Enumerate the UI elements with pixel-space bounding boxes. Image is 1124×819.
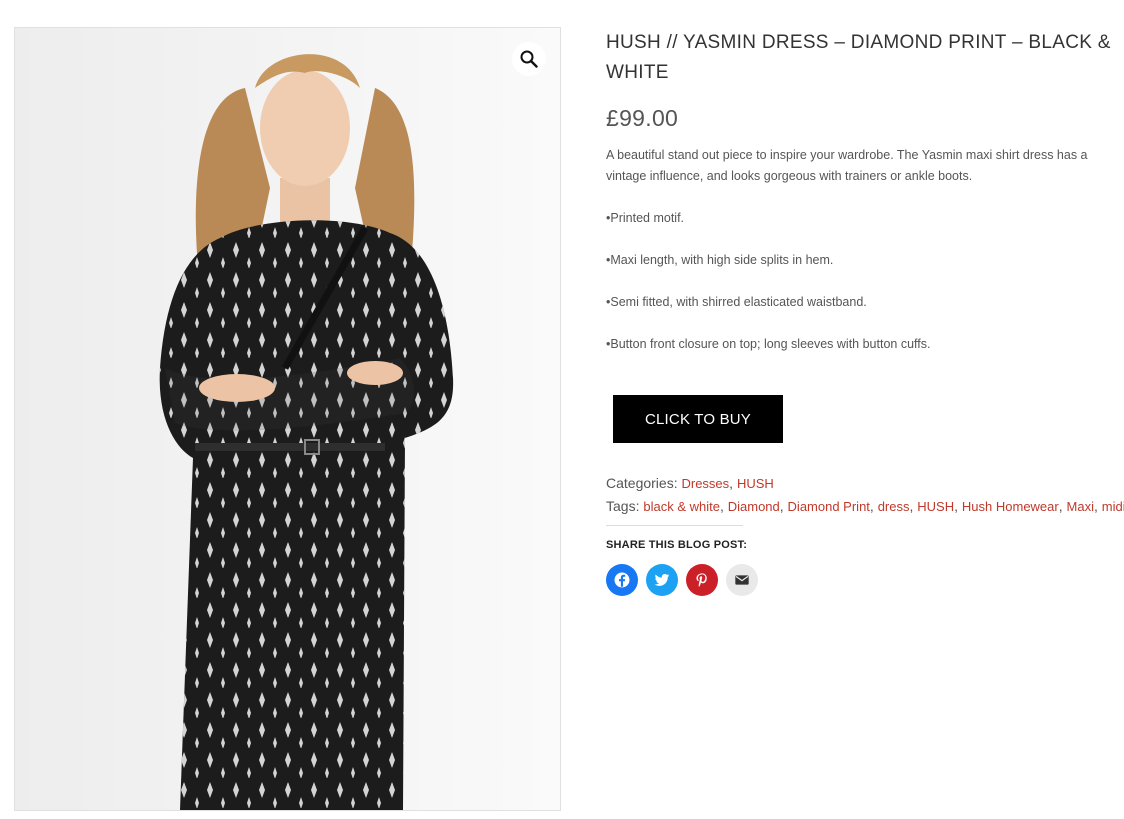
bullet-item: •Maxi length, with high side splits in h… (606, 253, 834, 267)
tag-link[interactable]: Diamond Print (788, 499, 870, 514)
category-link[interactable]: HUSH (737, 476, 774, 491)
product-meta: Categories: Dresses, HUSH Tags: black & … (606, 472, 1124, 518)
facebook-icon (614, 572, 630, 588)
product-title: HUSH // YASMIN DRESS – DIAMOND PRINT – B… (606, 32, 1111, 83)
share-twitter-button[interactable] (646, 564, 678, 596)
share-divider (606, 525, 743, 526)
magnifier-icon (520, 50, 538, 68)
tag-link[interactable]: black & white (643, 499, 720, 514)
tag-link[interactable]: Hush Homewear (962, 499, 1059, 514)
tag-link[interactable]: HUSH (917, 499, 954, 514)
share-facebook-button[interactable] (606, 564, 638, 596)
tag-link[interactable]: Diamond (728, 499, 780, 514)
share-email-button[interactable] (726, 564, 758, 596)
tag-link[interactable]: dress (878, 499, 910, 514)
product-photo (15, 28, 560, 810)
bullet-item: •Semi fitted, with shirred elasticated w… (606, 295, 867, 309)
product-description: A beautiful stand out piece to inspire y… (606, 145, 1124, 355)
pinterest-icon (696, 573, 707, 587)
product-summary: HUSH // YASMIN DRESS – DIAMOND PRINT – B… (606, 28, 1124, 596)
click-to-buy-button[interactable]: CLICK TO BUY (613, 395, 783, 443)
categories-line: Categories: Dresses, HUSH (606, 475, 774, 491)
twitter-icon (654, 574, 670, 586)
tag-link[interactable]: midi (1102, 499, 1124, 514)
share-label: SHARE THIS BLOG POST: (606, 539, 748, 551)
category-link[interactable]: Dresses (681, 476, 729, 491)
product-image-gallery[interactable] (14, 27, 561, 811)
categories-label: Categories: (606, 475, 678, 491)
share-pinterest-button[interactable] (686, 564, 718, 596)
email-icon (735, 575, 749, 585)
bullet-item: •Button front closure on top; long sleev… (606, 337, 931, 351)
product-price: £99.00 (606, 105, 679, 131)
tag-link[interactable]: Maxi (1067, 499, 1094, 514)
tags-line: Tags: black & white, Diamond, Diamond Pr… (606, 498, 1124, 514)
description-text: A beautiful stand out piece to inspire y… (606, 148, 1088, 183)
zoom-button[interactable] (512, 42, 546, 76)
bullet-item: •Printed motif. (606, 211, 685, 225)
share-buttons (606, 564, 758, 596)
tags-label: Tags: (606, 498, 640, 514)
